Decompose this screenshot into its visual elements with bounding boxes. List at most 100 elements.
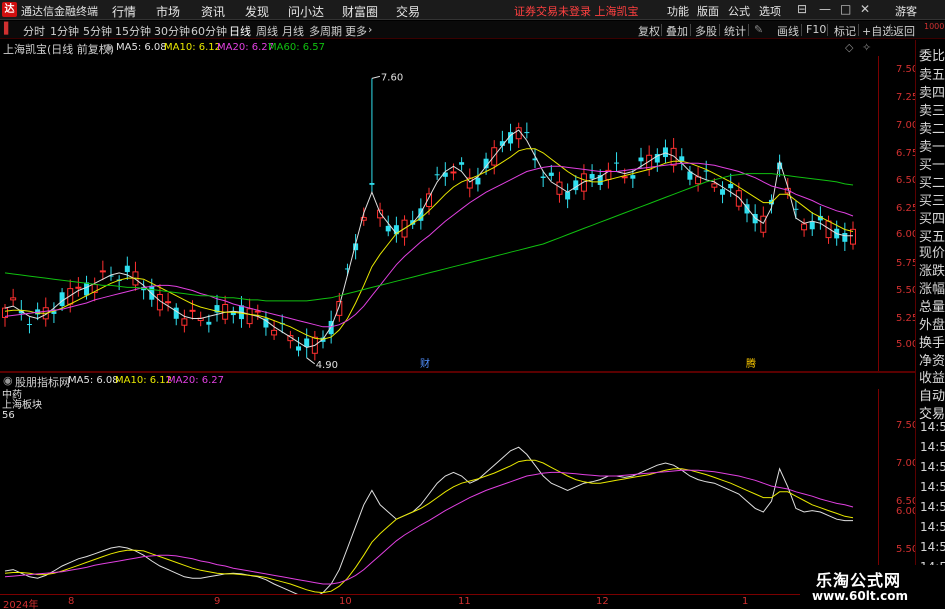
menu-item-layout[interactable]: 版面 [697,3,719,19]
candle-body [670,147,677,166]
low-price-label: 4.90 [316,360,338,371]
period-tab-5min[interactable]: 5分钟 [83,23,112,39]
candle-body [75,286,82,289]
candle-body [630,175,636,179]
main-chart-title: 上海凯宝(日线 前复权) [3,43,115,56]
tool-mark-button[interactable]: 标记 [834,23,856,39]
x-tick: 9 [214,596,221,607]
toolbar-divider [801,24,802,36]
tool-multistock-button[interactable]: 多股 [695,23,717,39]
candle-body [385,225,391,232]
tool-stats-button[interactable]: 统计 [724,23,746,39]
event-marker: 腾 [746,357,756,370]
menu-item-formula[interactable]: 公式 [728,3,750,19]
period-tab-60min[interactable]: 60分钟 [191,23,227,39]
menu-item-functions[interactable]: 功能 [667,3,689,19]
toolbar-divider [858,24,859,36]
candle-body [728,184,734,189]
indicator-settings-icon[interactable]: ◉ [3,374,13,387]
period-tab-timeshare[interactable]: 分时 [23,23,45,39]
watermark-title: 乐淘公式网 [816,571,902,590]
menu-item-discover[interactable]: 发现 [245,3,269,20]
candle-body [760,215,767,233]
chart-settings-icon[interactable]: ◇ [845,41,853,54]
close-icon[interactable]: ✕ [860,2,870,16]
period-tab-monthly[interactable]: 月线 [282,23,304,39]
period-tab-weekly[interactable]: 周线 [256,23,278,39]
ma5-label: MA5: 6.08 [116,42,167,53]
ma10-label: MA10: 6.12 [164,42,222,53]
menu-bar: 达 通达信金融终端 行情 市场 资讯 发现 问小达 财富圈 交易 证券交易未登录… [0,0,945,20]
minimize-icon[interactable]: — [819,2,831,16]
candle-body [296,346,302,351]
candle-body [475,177,481,185]
trade-time: 14:56 [920,520,945,534]
toolbar-menu-icon[interactable]: ▌ [4,22,12,35]
candle-body [26,324,32,326]
tool-f10-button[interactable]: F10 [806,23,826,36]
tool-add-watchlist-button[interactable]: +自选 [862,23,893,39]
high-pointer [371,75,381,79]
indicator-settings-icon[interactable]: ◉ [104,41,114,54]
tool-adjust-button[interactable]: 复权 [638,23,660,39]
candle-body [842,233,848,242]
sub-chart-header: ◉ 股朋指标网 MA5: 6.08 MA10: 6.12 MA20: 6.27 [0,373,878,389]
ma60-label: MA60: 6.57 [268,42,326,53]
ma20-label: MA20: 6.27 [217,42,275,53]
quote-label-3: 卖三 [919,104,945,119]
menu-item-wealth[interactable]: 财富圈 [342,3,378,20]
trade-time: 14:56 [920,500,945,514]
sub-ma5-label: MA5: 6.08 [68,375,119,386]
period-tab-multi[interactable]: 多周期 [309,23,342,39]
toolbar-divider [748,24,749,36]
maximize-icon[interactable]: □ [840,2,851,16]
period-tab-15min[interactable]: 15分钟 [115,23,151,39]
chart-expand-icon[interactable]: ✧ [862,41,871,54]
period-tab-30min[interactable]: 30分钟 [154,23,190,39]
main-candlestick-chart[interactable]: 7.60 4.90 财 腾 [0,56,878,371]
candle-body [189,309,196,312]
menu-item-options[interactable]: 选项 [759,3,781,19]
tool-back-button[interactable]: 返回 [893,23,915,39]
candle-body [735,190,742,207]
menu-item-trade[interactable]: 交易 [396,3,420,20]
toolbar-divider [690,24,691,36]
trade-time: 14:56 [920,480,945,494]
candle-body [84,282,90,296]
period-tab-1min[interactable]: 1分钟 [50,23,79,39]
login-notice[interactable]: 证券交易未登录 上海凯宝 [514,3,639,19]
trade-time: 14:56 [920,420,945,434]
tool-overlay-button[interactable]: 叠加 [666,23,688,39]
app-logo-icon: 达 [2,2,17,17]
candle-body [173,307,179,319]
watermark-url: www.60lt.com [812,589,909,603]
candle-body [459,162,465,165]
shrink-icon[interactable]: ⊟ [797,2,807,16]
sub-value-axis: 7.50 7.00 6.50 6.00 5.50 [878,389,918,594]
period-tab-more[interactable]: 更多 [345,23,367,39]
candle-body [336,300,343,316]
sub-indicator-chart[interactable] [0,389,878,594]
menu-item-news[interactable]: 资讯 [201,3,225,20]
user-label[interactable]: 游客 [895,3,917,19]
menu-item-exchange[interactable]: 市场 [156,3,180,20]
candle-body [369,183,375,185]
period-tab-daily[interactable]: 日线 [229,23,251,39]
tool-draw-button[interactable]: 画线 [777,23,799,39]
quote-label-7: 买二 [919,176,945,191]
candle-body [548,172,554,176]
candle-body [621,176,628,179]
menu-item-market[interactable]: 行情 [112,3,136,20]
candle-body [99,270,106,273]
more-chevron-icon[interactable]: › [368,23,372,36]
sub-chart-title: 股朋指标网 [15,376,70,389]
panel-top-digits: 1000 [924,22,945,31]
candle-body [304,338,310,347]
candle-body [540,176,546,178]
period-toolbar: ▌ 分时 1分钟 5分钟 15分钟 30分钟 60分钟 日线 周线 月线 多周期… [0,21,945,39]
menu-item-ask[interactable]: 问小达 [288,3,324,20]
candle-body [206,321,212,325]
quote-label-18: 收益 [919,371,945,386]
quote-label-9: 买四 [919,212,945,227]
draw-pen-icon[interactable]: ✎ [754,23,763,36]
